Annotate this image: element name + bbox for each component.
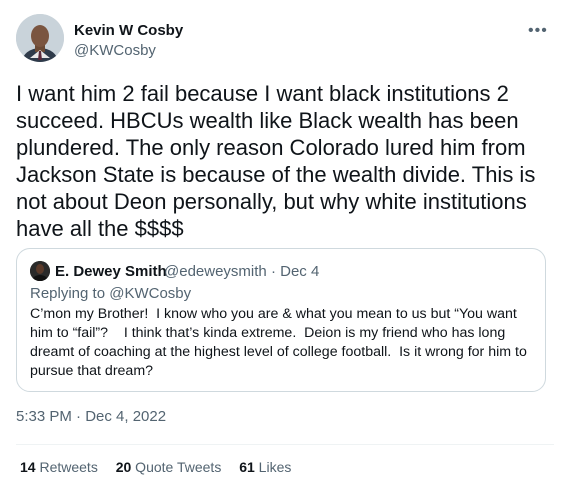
- quoted-author-handle[interactable]: @edeweysmith: [164, 263, 267, 280]
- quoted-author-avatar[interactable]: [30, 261, 50, 281]
- replying-to: Replying to @KWCosby: [30, 285, 191, 302]
- quoted-author-name[interactable]: E. Dewey Smith: [55, 263, 167, 280]
- more-options-button[interactable]: •••: [528, 22, 548, 40]
- tweet-stats: 14 Retweets 20 Quote Tweets 61 Likes: [20, 459, 305, 475]
- person-avatar-icon: [16, 14, 64, 62]
- author-name[interactable]: Kevin W Cosby: [74, 22, 183, 39]
- quote-tweets-count: 20: [115, 459, 132, 475]
- tweet-timestamp[interactable]: 5:33 PM · Dec 4, 2022: [16, 408, 166, 425]
- more-dots-icon: •••: [528, 22, 548, 39]
- quote-tweets-label: Quote Tweets: [131, 459, 222, 475]
- person-avatar-icon: [30, 261, 50, 281]
- replying-to-label: Replying to: [30, 285, 110, 302]
- replying-to-mention[interactable]: @KWCosby: [109, 285, 191, 302]
- author-handle[interactable]: @KWCosby: [74, 42, 156, 59]
- quoted-tweet[interactable]: E. Dewey Smith @edeweysmith · Dec 4 Repl…: [16, 248, 546, 392]
- tweet-text: I want him 2 fail because I want black i…: [16, 81, 536, 241]
- quoted-meta: @edeweysmith · Dec 4: [164, 263, 319, 280]
- meta-separator: ·: [266, 263, 281, 280]
- retweets-stat[interactable]: 14 Retweets: [20, 459, 98, 475]
- retweets-label: Retweets: [35, 459, 98, 475]
- likes-label: Likes: [254, 459, 292, 475]
- quoted-date[interactable]: Dec 4: [280, 263, 319, 280]
- retweets-count: 14: [20, 459, 36, 475]
- divider: [16, 444, 554, 445]
- likes-stat[interactable]: 61 Likes: [239, 459, 291, 475]
- likes-count: 61: [239, 459, 255, 475]
- author-avatar[interactable]: [16, 14, 64, 62]
- quote-tweets-stat[interactable]: 20 Quote Tweets: [116, 459, 222, 475]
- quoted-tweet-text: C’mon my Brother! I know who you are & w…: [30, 306, 527, 379]
